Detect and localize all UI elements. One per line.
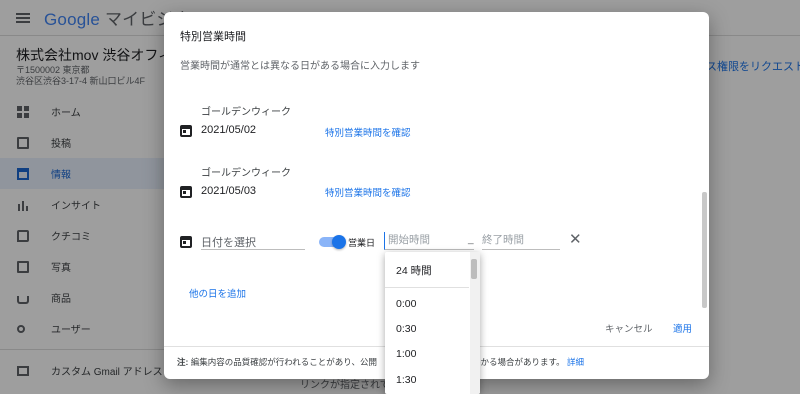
start-time-input[interactable]: 開始時間: [384, 232, 474, 250]
confirm-special-hours-link[interactable]: 特別営業時間を確認: [325, 185, 411, 199]
close-icon[interactable]: ✕: [569, 232, 582, 247]
dropdown-scrollbar[interactable]: [471, 259, 477, 279]
time-option[interactable]: 0:00: [396, 298, 416, 310]
dialog-subtitle: 営業時間が通常とは異なる日がある場合に入力します: [180, 61, 420, 72]
calendar-icon: [180, 125, 192, 137]
confirm-special-hours-link[interactable]: 特別営業時間を確認: [325, 125, 411, 139]
time-option[interactable]: 1:00: [396, 348, 416, 360]
details-link[interactable]: 詳細: [567, 357, 584, 367]
dropdown-divider: [385, 287, 469, 288]
entry-title: ゴールデンウィーク: [201, 107, 291, 118]
footer-text: 編集内容の品質確認が行われることがあり、公開: [188, 357, 377, 367]
date-select-input[interactable]: 日付を選択: [201, 234, 305, 250]
entry-title: ゴールデンウィーク: [201, 168, 291, 179]
calendar-icon: [180, 236, 192, 248]
open-day-toggle[interactable]: [319, 235, 346, 249]
open-day-label: 営業日: [348, 238, 376, 248]
toggle-knob: [332, 235, 346, 249]
footer-text-tail: かかる場合があります。: [471, 357, 565, 367]
start-time-dropdown: 24 時間 0:00 0:30 1:00 1:30: [385, 252, 480, 394]
dialog-scrollbar[interactable]: [702, 192, 707, 308]
dialog-title: 特別営業時間: [180, 31, 246, 43]
footer-prefix: 注:: [177, 357, 189, 367]
end-time-input[interactable]: 終了時間: [482, 232, 560, 250]
add-another-day-link[interactable]: 他の日を追加: [189, 286, 246, 300]
time-separator: _: [468, 234, 474, 245]
entry-date[interactable]: 2021/05/03: [201, 185, 256, 197]
time-option[interactable]: 1:30: [396, 374, 416, 386]
apply-button[interactable]: 適用: [673, 321, 692, 335]
time-option[interactable]: 0:30: [396, 323, 416, 335]
entry-date[interactable]: 2021/05/02: [201, 124, 256, 136]
time-option[interactable]: 24 時間: [396, 263, 432, 278]
calendar-icon: [180, 186, 192, 198]
cancel-button[interactable]: キャンセル: [605, 321, 653, 335]
